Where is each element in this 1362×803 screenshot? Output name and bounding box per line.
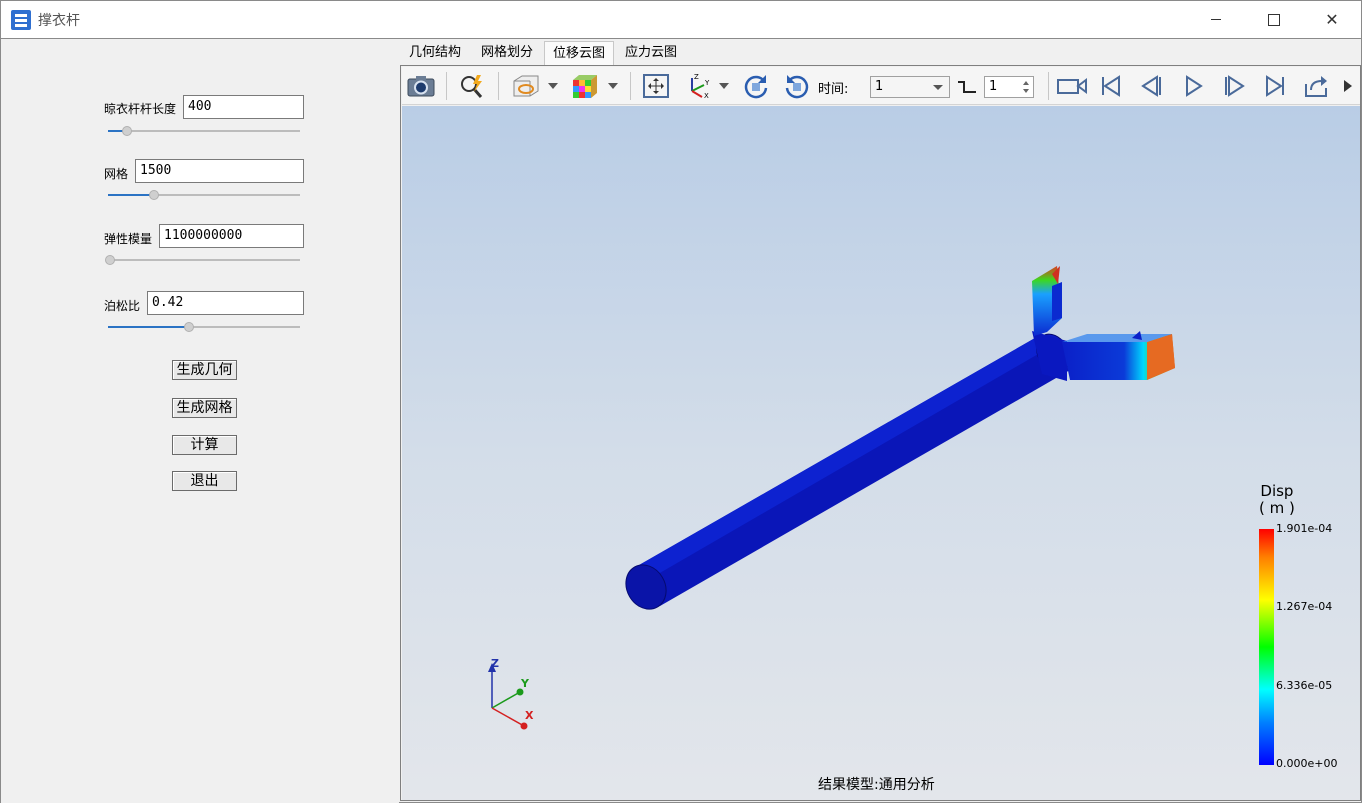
poisson-label: 泊松比 bbox=[104, 299, 141, 313]
modulus-slider[interactable] bbox=[105, 252, 300, 268]
svg-text:Y: Y bbox=[704, 79, 710, 87]
export-icon[interactable] bbox=[1300, 71, 1332, 101]
app-window: 撑衣杆 ✕ 晾衣杆杆长度 400 网格 1500 弹性模量 1100000000… bbox=[0, 0, 1362, 803]
time-label: 时间: bbox=[818, 82, 849, 97]
fit-view-icon[interactable] bbox=[640, 71, 672, 101]
toolbar-separator bbox=[446, 72, 447, 100]
result-tabs: 几何结构 网格划分 位移云图 应力云图 bbox=[400, 41, 1360, 65]
legend-title: Disp ( m ) bbox=[1259, 483, 1295, 517]
window-title: 撑衣杆 bbox=[38, 13, 80, 29]
step-icon bbox=[956, 78, 978, 96]
mesh-label: 网格 bbox=[104, 167, 129, 181]
step-spinbox[interactable]: 1 bbox=[984, 76, 1034, 98]
axis-x-label: X bbox=[525, 709, 534, 722]
slider-thumb[interactable] bbox=[122, 126, 132, 136]
parameter-panel bbox=[1, 39, 399, 803]
length-input[interactable]: 400 bbox=[183, 95, 304, 119]
spin-down-icon[interactable] bbox=[1023, 89, 1029, 93]
camera-icon[interactable] bbox=[405, 71, 437, 101]
legend-tick-2: 1.267e-04 bbox=[1276, 600, 1333, 613]
more-icon[interactable] bbox=[1340, 71, 1356, 101]
axis-view-icon[interactable]: ZYX bbox=[682, 71, 714, 101]
axis-y-label: Y bbox=[521, 677, 529, 690]
time-select[interactable]: 1 bbox=[870, 76, 950, 98]
toolbar-separator bbox=[630, 72, 631, 100]
tab-mesh[interactable]: 网格划分 bbox=[472, 41, 542, 65]
play-icon[interactable] bbox=[1177, 71, 1209, 101]
toolbar-separator bbox=[498, 72, 499, 100]
title-bar: 撑衣杆 ✕ bbox=[1, 1, 1361, 38]
legend-tick-min: 0.000e+00 bbox=[1276, 757, 1338, 770]
mesh-slider[interactable] bbox=[108, 187, 300, 203]
toolbar-separator bbox=[1048, 72, 1049, 100]
result-model-label: 结果模型:通用分析 bbox=[818, 777, 935, 793]
chevron-down-icon[interactable] bbox=[608, 83, 618, 89]
close-button[interactable]: ✕ bbox=[1303, 1, 1361, 38]
legend-color-bar bbox=[1259, 529, 1274, 765]
generate-mesh-button[interactable]: 生成网格 bbox=[172, 398, 237, 418]
model-render bbox=[488, 266, 1175, 730]
maximize-button[interactable] bbox=[1245, 1, 1303, 38]
svg-text:X: X bbox=[704, 92, 709, 99]
first-frame-icon[interactable] bbox=[1095, 71, 1127, 101]
legend-quantity: Disp bbox=[1260, 482, 1294, 500]
slider-track bbox=[108, 259, 300, 261]
last-frame-icon[interactable] bbox=[1259, 71, 1291, 101]
tab-stress[interactable]: 应力云图 bbox=[616, 41, 686, 65]
axis-z-label: Z bbox=[491, 657, 499, 670]
display-mode-icon[interactable] bbox=[510, 71, 542, 101]
rotate-cw-icon[interactable] bbox=[740, 71, 772, 101]
mesh-input[interactable]: 1500 bbox=[135, 159, 304, 183]
legend-tick-max: 1.901e-04 bbox=[1276, 522, 1333, 535]
3d-viewport[interactable]: Z Y X bbox=[402, 106, 1360, 800]
minimize-button[interactable] bbox=[1187, 1, 1245, 38]
legend-unit: ( m ) bbox=[1259, 499, 1295, 517]
calculate-button[interactable]: 计算 bbox=[172, 435, 237, 455]
slider-thumb[interactable] bbox=[184, 322, 194, 332]
slider-track bbox=[108, 130, 300, 132]
svg-text:Z: Z bbox=[694, 73, 699, 81]
modulus-input[interactable]: 1100000000 bbox=[159, 224, 304, 248]
tab-displacement[interactable]: 位移云图 bbox=[544, 41, 614, 65]
modulus-label: 弹性模量 bbox=[104, 232, 153, 246]
slider-fill bbox=[108, 194, 154, 196]
color-cube-icon[interactable] bbox=[569, 71, 601, 101]
poisson-input[interactable]: 0.42 bbox=[147, 291, 304, 315]
app-icon bbox=[11, 10, 31, 30]
poisson-slider[interactable] bbox=[108, 319, 300, 335]
chevron-down-icon[interactable] bbox=[719, 83, 729, 89]
step-value: 1 bbox=[989, 79, 998, 94]
slider-thumb[interactable] bbox=[149, 190, 159, 200]
generate-geometry-button[interactable]: 生成几何 bbox=[172, 360, 237, 380]
exit-button[interactable]: 退出 bbox=[172, 471, 237, 491]
rotate-ccw-icon[interactable] bbox=[781, 71, 813, 101]
slider-thumb[interactable] bbox=[105, 255, 115, 265]
record-video-icon[interactable] bbox=[1054, 71, 1090, 101]
slider-fill bbox=[108, 326, 189, 328]
legend-tick-3: 6.336e-05 bbox=[1276, 679, 1333, 692]
spin-up-icon[interactable] bbox=[1023, 81, 1029, 85]
chevron-down-icon[interactable] bbox=[548, 83, 558, 89]
next-frame-icon[interactable] bbox=[1218, 71, 1250, 101]
tab-geometry[interactable]: 几何结构 bbox=[400, 41, 470, 65]
length-slider[interactable] bbox=[108, 123, 300, 139]
zoom-fit-icon[interactable] bbox=[456, 71, 488, 101]
previous-frame-icon[interactable] bbox=[1136, 71, 1168, 101]
length-label: 晾衣杆杆长度 bbox=[104, 102, 177, 116]
